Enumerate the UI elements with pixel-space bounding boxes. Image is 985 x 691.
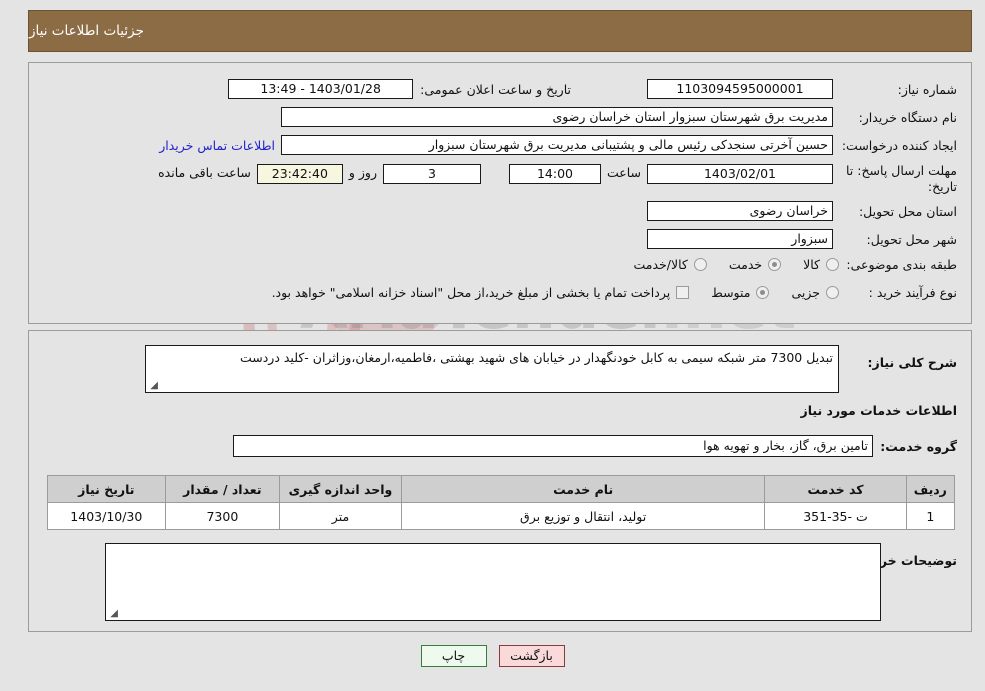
creator-label: ایجاد کننده درخواست:: [841, 137, 957, 153]
deadline-hour-value: 14:00: [508, 164, 601, 184]
creator-row: ایجاد کننده درخواست: حسین آخرتی سنجدکی ر…: [159, 135, 957, 155]
service-group-label: گروه خدمت:: [880, 438, 957, 454]
print-button[interactable]: چاپ: [420, 645, 487, 667]
buyer-org-row: نام دستگاه خریدار: مدیریت برق شهرستان سب…: [281, 107, 957, 127]
province-label: استان محل تحویل:: [858, 203, 957, 219]
col-service-code: کد خدمت: [764, 475, 907, 503]
cell-need-date: 1403/10/30: [47, 502, 166, 530]
purchase-option-motavaset-label: متوسط: [711, 285, 751, 300]
description-textarea[interactable]: تبدیل 7300 متر شبکه سیمی به کابل خودنگهد…: [145, 345, 839, 393]
treasury-docs-note: پرداخت تمام یا بخشی از مبلغ خرید،از محل …: [271, 285, 671, 300]
need-number-value: 1103094595000001: [647, 79, 833, 99]
services-table-wrap: ردیف کد خدمت نام خدمت واحد اندازه گیری ت…: [47, 475, 956, 530]
countdown-timer: 23:42:40: [256, 164, 343, 184]
service-group-row: گروه خدمت: تامین برق، گاز، بخار و تهویه …: [233, 435, 957, 457]
buyer-org-value: مدیریت برق شهرستان سبزوار استان خراسان ر…: [281, 107, 833, 127]
city-value: سبزوار: [647, 229, 833, 249]
category-option-kala-khedmat-label: کالا/خدمت: [633, 257, 688, 272]
col-quantity: تعداد / مقدار: [164, 475, 281, 503]
buyer-org-label: نام دستگاه خریدار:: [858, 109, 957, 125]
deadline-label: مهلت ارسال پاسخ: تا تاریخ:: [846, 163, 957, 194]
table-header-row: ردیف کد خدمت نام خدمت واحد اندازه گیری ت…: [47, 475, 956, 503]
table-row: 1 ت -35-351 تولید، انتقال و توزیع برق مت…: [47, 502, 956, 530]
announce-datetime-value: 13:49 - 1403/01/28: [228, 79, 414, 99]
deadline-row: مهلت ارسال پاسخ: تا تاریخ: 1403/02/01 سا…: [158, 163, 957, 195]
radio-kala-icon[interactable]: [826, 258, 839, 271]
category-option-khedmat-label: خدمت: [728, 257, 763, 272]
deadline-remaining-label: ساعت باقی مانده: [158, 165, 251, 180]
need-summary-panel: شماره نیاز: 1103094595000001 تاریخ و ساع…: [28, 62, 972, 324]
city-row: شهر محل تحویل: سبزوار: [647, 229, 957, 249]
category-option-kala[interactable]: کالا: [803, 257, 839, 272]
services-section-title: اطلاعات خدمات مورد نیاز: [800, 403, 958, 418]
announce-datetime-label: تاریخ و ساعت اعلان عمومی:: [420, 81, 571, 97]
category-option-khedmat[interactable]: خدمت: [728, 257, 782, 272]
need-number-row: شماره نیاز: 1103094595000001: [647, 79, 957, 99]
page-header: جزئیات اطلاعات نیاز: [28, 10, 972, 52]
purchase-option-jozei-label: جزیی: [791, 285, 820, 300]
action-button-bar: بازگشت چاپ: [0, 645, 985, 667]
page-title: جزئیات اطلاعات نیاز: [29, 23, 144, 39]
cell-row-no: 1: [905, 502, 956, 530]
description-label: شرح کلی نیاز:: [867, 355, 957, 370]
deadline-hour-label: ساعت: [606, 165, 641, 180]
purchase-option-motavaset[interactable]: متوسط: [711, 285, 770, 300]
purchase-option-jozei[interactable]: جزیی: [791, 285, 839, 300]
province-value: خراسان رضوی: [647, 201, 833, 221]
page-root: جزئیات اطلاعات نیاز AriaTender.net شماره…: [0, 0, 985, 691]
purchase-type-row: نوع فرآیند خرید : جزیی متوسط پرداخت تمام…: [272, 285, 957, 300]
category-option-kala-label: کالا: [803, 257, 820, 272]
treasury-docs-checkbox-item[interactable]: پرداخت تمام یا بخشی از مبلغ خرید،از محل …: [272, 285, 690, 300]
buyer-contact-link[interactable]: اطلاعات تماس خریدار: [159, 138, 275, 153]
cell-service-code: ت -35-351: [764, 502, 907, 530]
col-unit: واحد اندازه گیری: [279, 475, 402, 503]
treasury-docs-checkbox-icon[interactable]: [676, 286, 690, 299]
back-button[interactable]: بازگشت: [498, 645, 565, 667]
radio-kala-khedmat-icon[interactable]: [693, 258, 707, 271]
cell-unit: متر: [279, 502, 402, 530]
province-row: استان محل تحویل: خراسان رضوی: [647, 201, 957, 221]
resize-grip-icon-2[interactable]: ◢: [108, 609, 118, 619]
city-label: شهر محل تحویل:: [866, 231, 957, 247]
col-service-name: نام خدمت: [400, 475, 766, 503]
category-option-kala-khedmat[interactable]: کالا/خدمت: [633, 257, 707, 272]
service-group-value: تامین برق، گاز، بخار و تهویه هوا: [233, 435, 873, 457]
announce-datetime-row: تاریخ و ساعت اعلان عمومی: 13:49 - 1403/0…: [228, 79, 571, 99]
category-row: طبقه بندی موضوعی: کالا خدمت کالا/خدمت: [611, 257, 957, 272]
resize-grip-icon[interactable]: ◢: [148, 381, 158, 391]
radio-khedmat-icon[interactable]: [768, 258, 782, 271]
radio-jozei-icon[interactable]: [826, 286, 839, 299]
services-table: ردیف کد خدمت نام خدمت واحد اندازه گیری ت…: [47, 475, 956, 530]
radio-motavaset-icon[interactable]: [756, 286, 770, 299]
cell-quantity: 7300: [164, 502, 281, 530]
col-row-no: ردیف: [905, 475, 956, 503]
buyer-comments-textarea[interactable]: ◢: [105, 543, 881, 621]
deadline-days-value: 3: [382, 164, 481, 184]
col-need-date: تاریخ نیاز: [47, 475, 166, 503]
creator-value: حسین آخرتی سنجدکی رئیس مالی و پشتیبانی م…: [281, 135, 833, 155]
deadline-days-label: روز و: [348, 165, 377, 180]
category-label: طبقه بندی موضوعی:: [846, 257, 957, 272]
deadline-date-value: 1403/02/01: [647, 164, 833, 184]
need-details-panel: شرح کلی نیاز: تبدیل 7300 متر شبکه سیمی ب…: [28, 330, 972, 632]
purchase-type-label: نوع فرآیند خرید :: [868, 285, 957, 300]
description-value: تبدیل 7300 متر شبکه سیمی به کابل خودنگهد…: [239, 350, 833, 365]
cell-service-name: تولید، انتقال و توزیع برق: [400, 502, 766, 530]
need-number-label: شماره نیاز:: [897, 81, 957, 97]
